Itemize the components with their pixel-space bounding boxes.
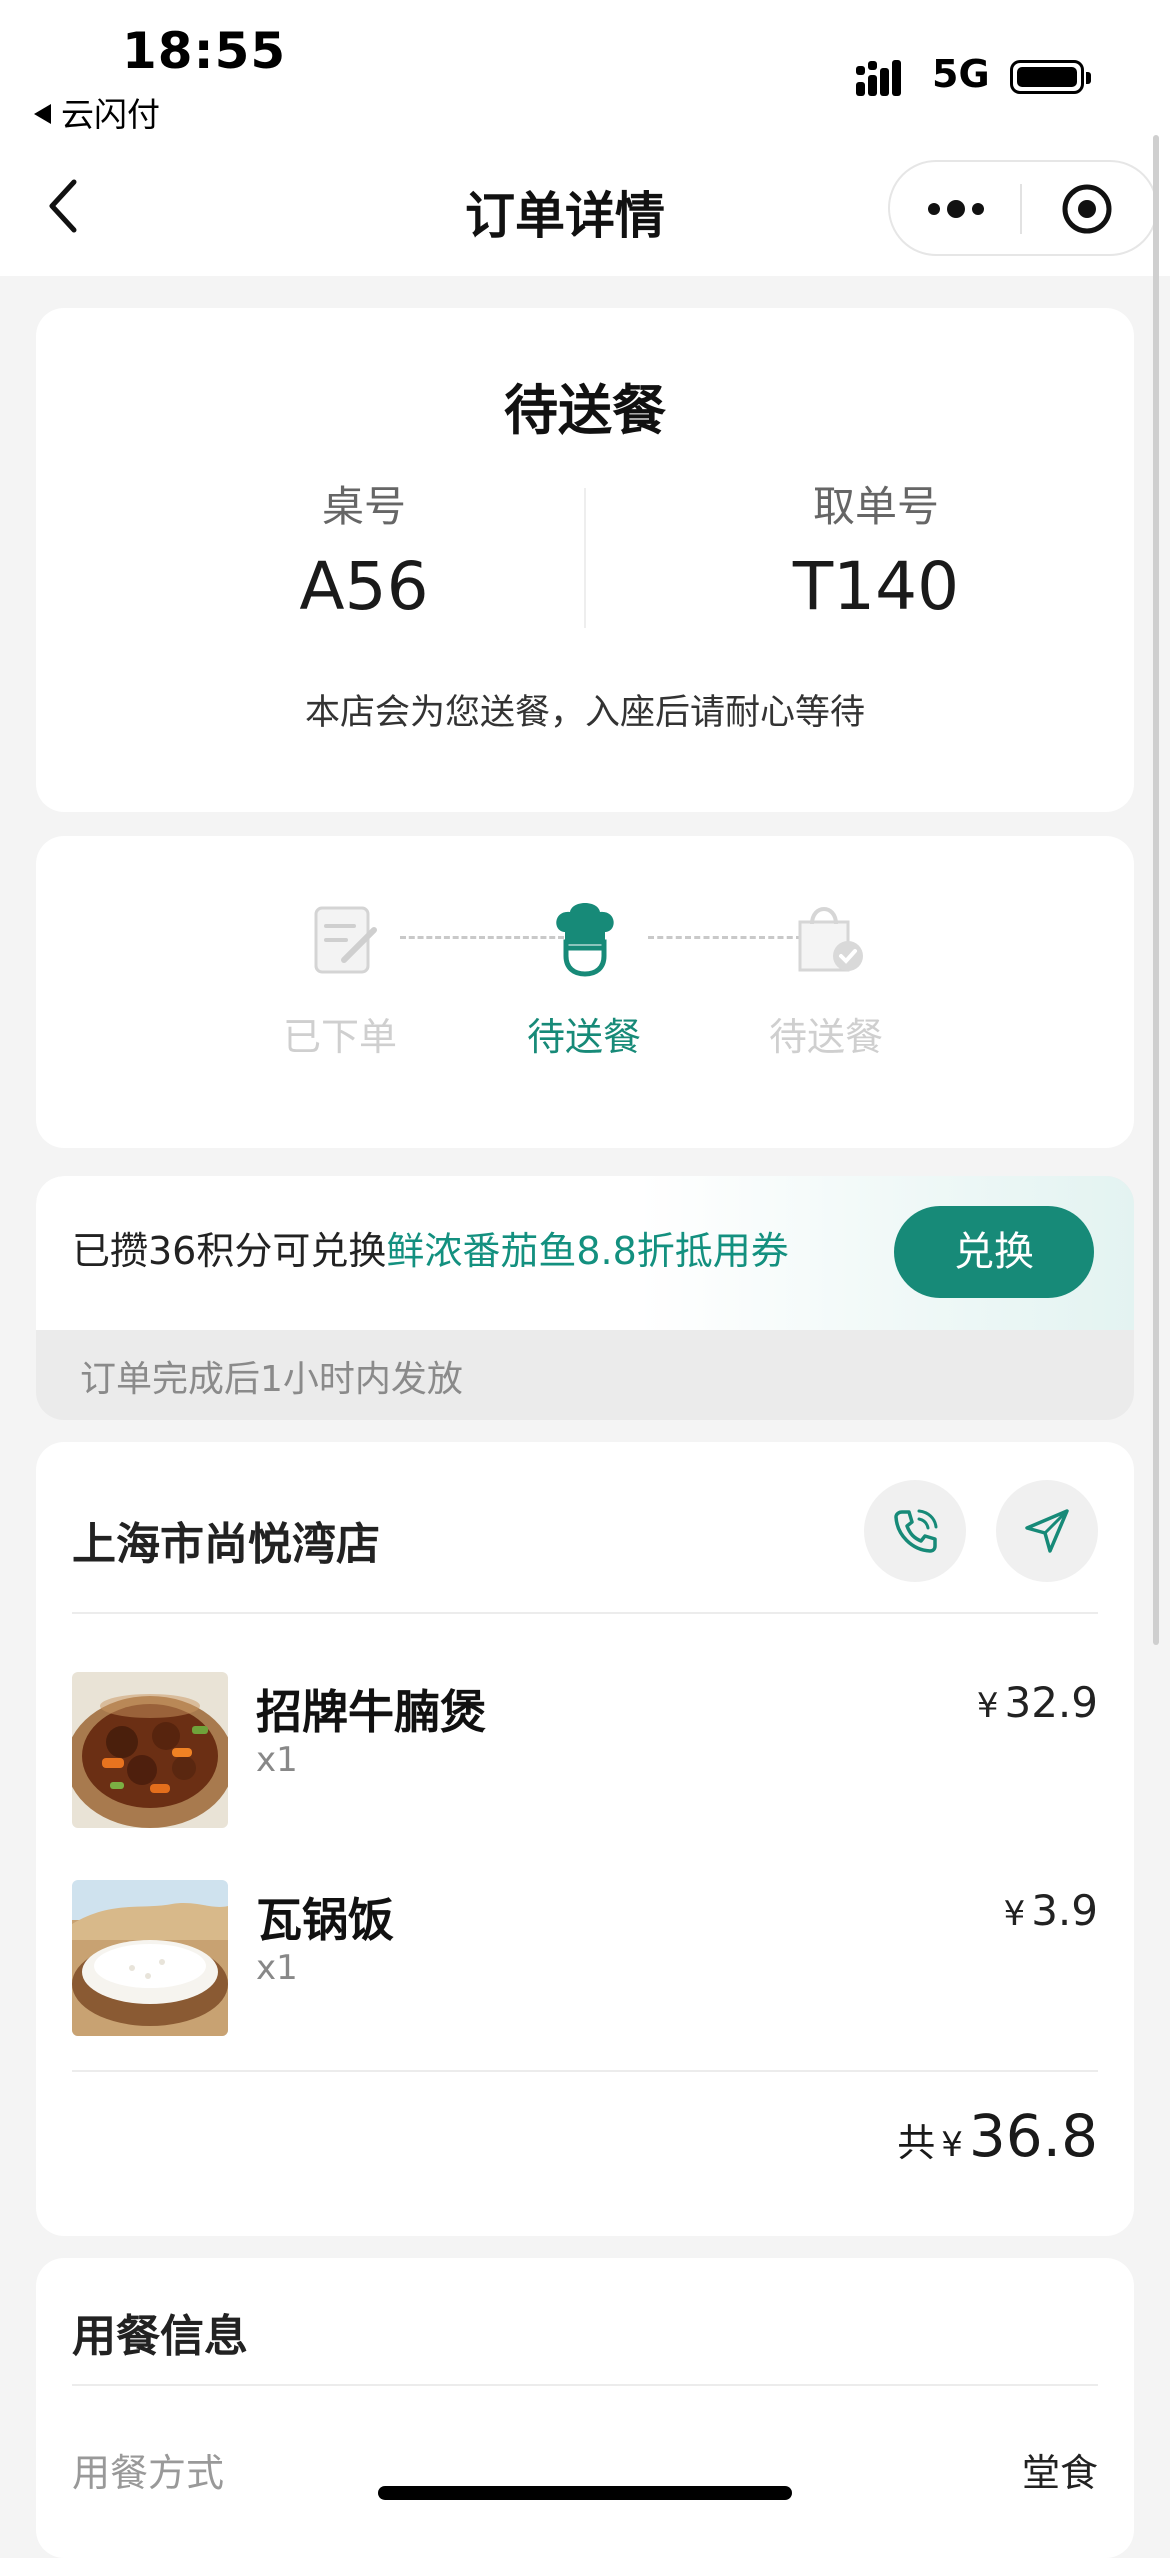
item-price-value: 3.9 <box>1031 1886 1098 1935</box>
item-price: ¥3.9 <box>1004 1886 1098 1935</box>
promo-text-prefix: 已攒36积分可兑换 <box>72 1229 387 1273</box>
promo-coupon-name: 鲜浓番茄鱼8.8折抵用券 <box>386 1229 789 1273</box>
close-mini-program-icon[interactable] <box>1060 182 1114 236</box>
store-name: 上海市尚悦湾店 <box>72 1519 380 1570</box>
pickup-number-label: 取单号 <box>812 482 939 531</box>
total-label: 共 <box>897 2121 936 2165</box>
phone-icon <box>894 1509 938 1553</box>
progress-connector <box>400 936 564 939</box>
total-value: 36.8 <box>968 2102 1098 2170</box>
divider <box>72 2384 1098 2386</box>
dining-method-label: 用餐方式 <box>72 2451 225 2495</box>
order-placed-icon <box>314 906 377 974</box>
capsule-divider <box>1020 184 1022 234</box>
status-time: 18:55 <box>122 22 287 80</box>
points-promo-banner: 已攒36积分可兑换鲜浓番茄鱼8.8折抵用券 兑换 订单完成后1小时内发放 <box>36 1176 1134 1420</box>
pickup-number-value: T140 <box>792 548 960 625</box>
order-progress-card: 已下单 待送餐 待送餐 <box>36 836 1134 1148</box>
delivery-hint: 本店会为您送餐，入座后请耐心等待 <box>304 693 865 733</box>
table-number-label: 桌号 <box>321 482 406 531</box>
order-total: 共 ¥36.8 <box>897 2102 1098 2170</box>
step-label-completed: 待送餐 <box>768 1015 883 1059</box>
top-bar: 18:55 云闪付 5G 订单详情 <box>0 0 1170 276</box>
item-image-clay-pot-rice <box>72 1880 228 2036</box>
battery-icon <box>1010 60 1091 94</box>
item-quantity: x1 <box>256 1948 298 1988</box>
more-icon[interactable] <box>926 198 986 220</box>
item-name: 招牌牛腩煲 <box>256 1685 486 1739</box>
navigation-arrow-icon <box>1025 1509 1069 1553</box>
item-quantity: x1 <box>256 1740 298 1780</box>
back-to-app-link[interactable]: 云闪付 <box>34 88 160 136</box>
currency-symbol: ¥ <box>941 2125 963 2165</box>
divider <box>72 2070 1098 2072</box>
currency-symbol: ¥ <box>976 1686 999 1726</box>
item-price-value: 32.9 <box>1004 1678 1098 1727</box>
table-number-value: A56 <box>299 548 429 625</box>
mini-program-capsule <box>888 160 1158 256</box>
step-label-pending-delivery: 待送餐 <box>526 1015 641 1059</box>
dining-info-card: 用餐信息 用餐方式 堂食 <box>36 2258 1134 2558</box>
navigate-store-button[interactable] <box>996 1480 1098 1582</box>
currency-symbol: ¥ <box>1003 1894 1026 1934</box>
shopping-bag-check-icon <box>798 907 863 972</box>
promo-text: 已攒36积分可兑换鲜浓番茄鱼8.8折抵用券 <box>72 1220 789 1275</box>
item-image-beef-brisket <box>72 1672 228 1828</box>
item-name: 瓦锅饭 <box>256 1893 394 1947</box>
dining-method-value: 堂食 <box>1021 2451 1098 2495</box>
dining-info-title: 用餐信息 <box>72 2311 248 2362</box>
order-status-title: 待送餐 <box>504 379 666 442</box>
progress-connector <box>648 936 802 939</box>
redeem-button[interactable]: 兑换 <box>894 1206 1094 1298</box>
home-indicator[interactable] <box>378 2486 792 2500</box>
call-store-button[interactable] <box>864 1480 966 1582</box>
item-price: ¥32.9 <box>977 1678 1098 1727</box>
step-label-ordered: 已下单 <box>282 1015 397 1059</box>
back-triangle-icon <box>34 103 51 124</box>
chef-hat-icon <box>556 903 614 977</box>
scrollbar[interactable] <box>1153 135 1159 1645</box>
status-divider <box>584 488 586 628</box>
promo-note: 订单完成后1小时内发放 <box>80 1359 463 1400</box>
promo-top: 已攒36积分可兑换鲜浓番茄鱼8.8折抵用券 兑换 <box>36 1176 1134 1330</box>
network-type: 5G <box>932 52 990 96</box>
store-order-card: 上海市尚悦湾店 招牌牛腩煲 x1 ¥ 32.9 瓦锅饭 x1 ¥ 3.9 共 ¥… <box>36 1442 1134 2236</box>
order-status-card: 待送餐 桌号 A56 取单号 T140 本店会为您送餐，入座后请耐心等待 <box>36 308 1134 812</box>
signal-icon <box>856 60 901 96</box>
back-app-label: 云闪付 <box>61 95 160 134</box>
divider <box>72 1612 1098 1614</box>
